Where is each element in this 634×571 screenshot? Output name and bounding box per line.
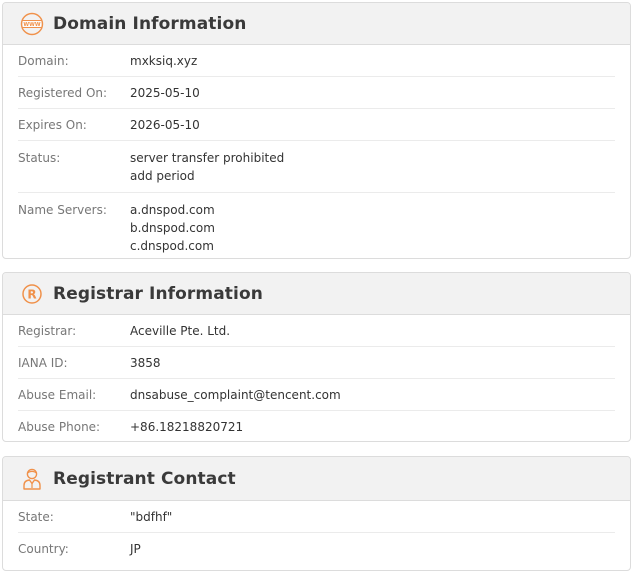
abuse-email-value: dnsabuse_complaint@tencent.com	[130, 386, 341, 404]
registered-on-row: Registered On: 2025-05-10	[18, 77, 615, 109]
status-line-2: add period	[130, 169, 195, 183]
registrant-contact-body: State: "bdfhf" Country: JP	[3, 501, 630, 564]
registrar-value: Aceville Pte. Ltd.	[130, 322, 230, 340]
svg-text:R: R	[27, 287, 36, 301]
registered-on-date: 2025-05-10	[130, 86, 200, 100]
registered-on-label: Registered On:	[18, 86, 108, 100]
abuse-phone-label: Abuse Phone:	[18, 420, 101, 434]
country-row: Country: JP	[18, 533, 615, 564]
expires-on-value: 2026-05-10	[130, 116, 200, 134]
status-value: server transfer prohibited add period	[130, 149, 284, 185]
registrar-label: Registrar:	[18, 324, 77, 338]
abuse-email-address: dnsabuse_complaint@tencent.com	[130, 388, 341, 402]
registrant-contact-title: Registrant Contact	[53, 468, 236, 489]
country-value: JP	[130, 540, 141, 558]
iana-id-label: IANA ID:	[18, 356, 68, 370]
registrant-contact-header: Registrant Contact	[3, 457, 630, 501]
domain-information-title: Domain Information	[53, 13, 247, 34]
abuse-email-row: Abuse Email: dnsabuse_complaint@tencent.…	[18, 379, 615, 411]
state-text: "bdfhf"	[130, 510, 173, 524]
state-row: State: "bdfhf"	[18, 501, 615, 533]
person-icon	[19, 466, 45, 492]
iana-id-value: 3858	[130, 354, 161, 372]
www-globe-icon: WWW	[19, 11, 45, 37]
svg-text:WWW: WWW	[23, 21, 40, 27]
domain-label: Domain:	[18, 54, 69, 68]
domain-name-text: mxksiq.xyz	[130, 54, 198, 68]
expires-on-date: 2026-05-10	[130, 118, 200, 132]
name-server-1: a.dnspod.com	[130, 203, 215, 217]
abuse-phone-number: +86.18218820721	[130, 420, 244, 434]
registrant-contact-panel: Registrant Contact State: "bdfhf" Countr…	[2, 456, 631, 571]
registrar-row: Registrar: Aceville Pte. Ltd.	[18, 315, 615, 347]
status-row: Status: server transfer prohibited add p…	[18, 141, 615, 193]
abuse-phone-row: Abuse Phone: +86.18218820721	[18, 411, 615, 441]
domain-information-body: Domain: mxksiq.xyz Registered On: 2025-0…	[3, 45, 630, 258]
iana-id-row: IANA ID: 3858	[18, 347, 615, 379]
registrar-information-panel: R Registrar Information Registrar: Acevi…	[2, 272, 631, 442]
name-servers-row: Name Servers: a.dnspod.com b.dnspod.com …	[18, 193, 615, 258]
registered-icon: R	[19, 281, 45, 307]
registered-on-value: 2025-05-10	[130, 84, 200, 102]
status-label: Status:	[18, 151, 61, 165]
country-code: JP	[130, 542, 141, 556]
registrar-information-title: Registrar Information	[53, 283, 263, 304]
country-label: Country:	[18, 542, 69, 556]
registrar-information-header: R Registrar Information	[3, 273, 630, 315]
expires-on-row: Expires On: 2026-05-10	[18, 109, 615, 141]
domain-row: Domain: mxksiq.xyz	[18, 45, 615, 77]
name-servers-value: a.dnspod.com b.dnspod.com c.dnspod.com	[130, 201, 215, 255]
expires-on-label: Expires On:	[18, 118, 87, 132]
state-label: State:	[18, 510, 54, 524]
iana-id-number: 3858	[130, 356, 161, 370]
abuse-phone-value: +86.18218820721	[130, 418, 243, 436]
registrar-name: Aceville Pte. Ltd.	[130, 324, 231, 338]
domain-information-panel: WWW Domain Information Domain: mxksiq.xy…	[2, 2, 631, 259]
status-line-1: server transfer prohibited	[130, 151, 285, 165]
name-servers-label: Name Servers:	[18, 203, 107, 217]
domain-information-header: WWW Domain Information	[3, 3, 630, 45]
registrar-information-body: Registrar: Aceville Pte. Ltd. IANA ID: 3…	[3, 315, 630, 441]
domain-value: mxksiq.xyz	[130, 52, 197, 70]
abuse-email-label: Abuse Email:	[18, 388, 97, 402]
state-value: "bdfhf"	[130, 508, 172, 526]
name-server-2: b.dnspod.com	[130, 221, 215, 235]
name-server-3: c.dnspod.com	[130, 239, 214, 253]
